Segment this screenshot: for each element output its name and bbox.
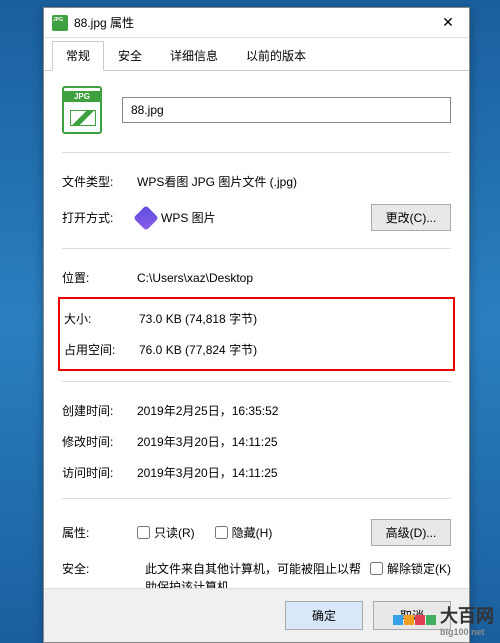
tab-security[interactable]: 安全: [104, 41, 156, 70]
tab-general[interactable]: 常规: [52, 41, 104, 71]
size-on-disk-row: 占用空间: 76.0 KB (77,824 字节): [60, 334, 453, 365]
location-value: C:\Users\xaz\Desktop: [137, 271, 451, 285]
opens-with-label: 打开方式:: [62, 209, 137, 226]
size-row: 大小: 73.0 KB (74,818 字节): [60, 303, 453, 334]
accessed-value: 2019年3月20日，14:11:25: [137, 464, 451, 481]
location-label: 位置:: [62, 269, 137, 286]
readonly-checkbox[interactable]: [137, 526, 150, 539]
annotation-highlight: 大小: 73.0 KB (74,818 字节) 占用空间: 76.0 KB (7…: [58, 297, 455, 371]
created-label: 创建时间:: [62, 402, 137, 419]
divider: [62, 498, 451, 499]
tab-strip: 常规 安全 详细信息 以前的版本: [44, 38, 469, 71]
tab-details[interactable]: 详细信息: [156, 41, 232, 70]
modified-value: 2019年3月20日，14:11:25: [137, 433, 451, 450]
divider: [62, 248, 451, 249]
watermark-logo-icon: [393, 615, 436, 625]
readonly-checkbox-group[interactable]: 只读(R): [137, 524, 195, 541]
size-value: 73.0 KB (74,818 字节): [139, 310, 449, 327]
file-type-label: 文件类型:: [62, 173, 137, 190]
modified-row: 修改时间: 2019年3月20日，14:11:25: [62, 426, 451, 457]
window-title: 88.jpg 属性: [74, 14, 427, 31]
watermark-subtext: big100.net: [440, 628, 494, 637]
unblock-checkbox[interactable]: [370, 562, 383, 575]
divider: [62, 152, 451, 153]
hidden-label: 隐藏(H): [232, 524, 273, 541]
close-button[interactable]: ✕: [427, 8, 469, 38]
unblock-checkbox-group[interactable]: 解除锁定(K): [370, 560, 451, 577]
security-label: 安全:: [62, 560, 137, 577]
size-on-disk-label: 占用空间:: [64, 341, 139, 358]
properties-dialog: 88.jpg 属性 ✕ 常规 安全 详细信息 以前的版本 文件类型: WPS看图…: [43, 7, 470, 643]
modified-label: 修改时间:: [62, 433, 137, 450]
file-type-row: 文件类型: WPS看图 JPG 图片文件 (.jpg): [62, 166, 451, 197]
file-type-value: WPS看图 JPG 图片文件 (.jpg): [137, 173, 451, 190]
accessed-label: 访问时间:: [62, 464, 137, 481]
wps-app-icon: [133, 205, 158, 230]
hidden-checkbox-group[interactable]: 隐藏(H): [215, 524, 273, 541]
accessed-row: 访问时间: 2019年3月20日，14:11:25: [62, 457, 451, 488]
opens-with-row: 打开方式: WPS 图片 更改(C)...: [62, 197, 451, 238]
watermark: 大百网 big100.net: [393, 602, 494, 637]
created-value: 2019年2月25日，16:35:52: [137, 402, 451, 419]
attributes-label: 属性:: [62, 524, 137, 541]
tab-content: 文件类型: WPS看图 JPG 图片文件 (.jpg) 打开方式: WPS 图片…: [44, 71, 469, 613]
unblock-label: 解除锁定(K): [387, 560, 451, 577]
tab-previous-versions[interactable]: 以前的版本: [232, 41, 320, 70]
file-type-icon: [62, 86, 102, 134]
filename-row: [62, 86, 451, 134]
jpg-file-icon: [52, 15, 68, 31]
watermark-text: 大百网: [440, 606, 494, 626]
attributes-row: 属性: 只读(R) 隐藏(H) 高级(D)...: [62, 512, 451, 553]
hidden-checkbox[interactable]: [215, 526, 228, 539]
ok-button[interactable]: 确定: [285, 601, 363, 630]
advanced-button[interactable]: 高级(D)...: [371, 519, 451, 546]
size-label: 大小:: [64, 310, 139, 327]
titlebar[interactable]: 88.jpg 属性 ✕: [44, 8, 469, 38]
size-on-disk-value: 76.0 KB (77,824 字节): [139, 341, 449, 358]
filename-input[interactable]: [122, 97, 451, 123]
readonly-label: 只读(R): [154, 524, 195, 541]
opens-with-value: WPS 图片: [161, 209, 216, 226]
divider: [62, 381, 451, 382]
change-app-button[interactable]: 更改(C)...: [371, 204, 451, 231]
created-row: 创建时间: 2019年2月25日，16:35:52: [62, 395, 451, 426]
location-row: 位置: C:\Users\xaz\Desktop: [62, 262, 451, 293]
